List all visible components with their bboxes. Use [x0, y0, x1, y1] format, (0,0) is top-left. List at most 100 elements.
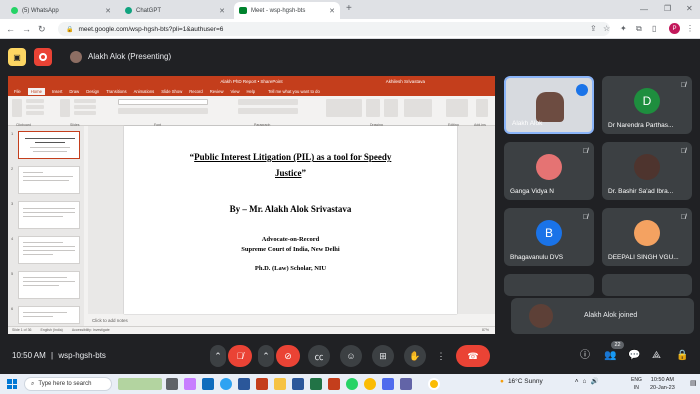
- volume-icon[interactable]: 🔊: [590, 377, 598, 385]
- menu-record[interactable]: Record: [189, 89, 203, 94]
- mic-options-button[interactable]: ⌃: [210, 345, 226, 367]
- layout-button[interactable]: [74, 99, 96, 103]
- paste-button[interactable]: [12, 99, 22, 117]
- app-icon[interactable]: [382, 378, 394, 390]
- task-view-icon[interactable]: [166, 378, 178, 390]
- people-icon[interactable]: 👥: [604, 350, 616, 362]
- notes-pane[interactable]: Click to add notes: [88, 316, 495, 326]
- participant-tile-ganga[interactable]: 🎙̸ Ganga Vidya N: [504, 142, 594, 200]
- menu-review[interactable]: Review: [210, 89, 224, 94]
- tab-chatgpt[interactable]: ChatGPT ✕: [120, 2, 230, 19]
- add-ins-button[interactable]: [476, 99, 488, 117]
- forward-icon[interactable]: →: [22, 24, 31, 34]
- stop-presenting-button[interactable]: [34, 48, 52, 66]
- participant-tile-partial[interactable]: [504, 274, 594, 296]
- word-icon[interactable]: [292, 378, 304, 390]
- weather-text[interactable]: 16°C Sunny: [508, 378, 543, 385]
- back-icon[interactable]: ←: [6, 24, 15, 34]
- menu-transitions[interactable]: Transitions: [106, 89, 126, 94]
- menu-slideshow[interactable]: Slide Show: [161, 89, 182, 94]
- slide-thumb-6[interactable]: [18, 306, 80, 324]
- edge-icon[interactable]: [220, 378, 232, 390]
- news-widget-icon[interactable]: [118, 378, 162, 390]
- section-button[interactable]: [74, 111, 96, 115]
- filezilla-icon[interactable]: [256, 378, 268, 390]
- slide-thumb-2[interactable]: [18, 166, 80, 194]
- new-tab-button[interactable]: +: [346, 4, 352, 14]
- reset-button[interactable]: [74, 105, 96, 109]
- chrome-active-icon[interactable]: [428, 378, 440, 390]
- menu-help[interactable]: Help: [246, 89, 255, 94]
- camera-toggle-button[interactable]: ⊘: [276, 345, 300, 367]
- puzzle-icon[interactable]: ⧉: [636, 24, 642, 34]
- menu-home[interactable]: Home: [27, 88, 45, 95]
- input-language[interactable]: ENG IN: [631, 376, 642, 392]
- notifications-icon[interactable]: ▤: [690, 379, 697, 387]
- menu-view[interactable]: View: [230, 89, 239, 94]
- shape-format-buttons[interactable]: [404, 99, 432, 117]
- camera-options-button[interactable]: ⌃: [258, 345, 274, 367]
- activities-icon[interactable]: ⟁: [652, 350, 661, 362]
- accessibility-status[interactable]: Accessibility: Investigate: [72, 328, 110, 332]
- shapes-gallery[interactable]: [326, 99, 362, 117]
- close-window-icon[interactable]: ✕: [686, 4, 693, 13]
- quick-styles-button[interactable]: [384, 99, 398, 117]
- tab-whatsapp[interactable]: (5) WhatsApp ✕: [6, 2, 116, 19]
- close-tab-icon[interactable]: ✕: [329, 7, 335, 15]
- present-button[interactable]: ⊞: [372, 345, 394, 367]
- menu-animations[interactable]: Animations: [134, 89, 155, 94]
- captions-button[interactable]: ㏄: [308, 345, 330, 367]
- reload-icon[interactable]: ↻: [38, 24, 46, 34]
- slide-thumb-3[interactable]: [18, 201, 80, 229]
- teams-icon[interactable]: [400, 378, 412, 390]
- menu-draw[interactable]: Draw: [69, 89, 79, 94]
- current-slide[interactable]: “Public Interest Litigation (PIL) as a t…: [124, 126, 457, 314]
- powerpoint-icon[interactable]: [328, 378, 340, 390]
- whatsapp-taskbar-icon[interactable]: [346, 378, 358, 390]
- slide-thumb-5[interactable]: [18, 271, 80, 299]
- participant-tile-narendra[interactable]: D 🎙̸ Dr Narendra Parthas...: [602, 76, 692, 134]
- list-buttons[interactable]: [238, 99, 298, 105]
- menu-insert[interactable]: Insert: [52, 89, 62, 94]
- format-painter-button[interactable]: [26, 111, 44, 115]
- raise-hand-button[interactable]: ✋: [404, 345, 426, 367]
- chat-icon[interactable]: 💬: [628, 350, 640, 362]
- close-tab-icon[interactable]: ✕: [219, 7, 225, 15]
- windows-start-icon[interactable]: [7, 379, 17, 389]
- info-icon[interactable]: ⓘ: [580, 350, 590, 362]
- editing-buttons[interactable]: [446, 99, 468, 117]
- font-format-buttons[interactable]: [118, 108, 208, 114]
- tab-meet[interactable]: Meet - wsp-hgsh-bts ✕: [234, 2, 340, 19]
- file-explorer-icon[interactable]: [274, 378, 286, 390]
- align-buttons[interactable]: [238, 108, 298, 114]
- chrome-icon[interactable]: [364, 378, 376, 390]
- new-slide-button[interactable]: [60, 99, 70, 117]
- bookmark-star-icon[interactable]: ☆: [603, 24, 610, 34]
- participant-tile-alakh[interactable]: Alakh Alok: [504, 76, 594, 134]
- slide-thumb-4[interactable]: [18, 236, 80, 264]
- emoji-button[interactable]: ☺: [340, 345, 362, 367]
- url-field[interactable]: 🔒 meet.google.com/wsp-hgsh-bts?pli=1&aut…: [58, 22, 610, 36]
- host-controls-icon[interactable]: 🔒: [676, 350, 688, 362]
- maximize-icon[interactable]: ❐: [664, 4, 671, 13]
- more-options-button[interactable]: ⋮: [434, 345, 448, 367]
- participant-tile-bhagavanulu[interactable]: B 🎙̸ Bhagavanulu DVS: [504, 208, 594, 266]
- minimize-icon[interactable]: —: [640, 5, 648, 14]
- participant-tile-partial[interactable]: [602, 274, 692, 296]
- arrange-button[interactable]: [366, 99, 380, 117]
- outlook-icon[interactable]: [202, 378, 214, 390]
- share-icon[interactable]: ⇪: [590, 24, 597, 34]
- zoom-level[interactable]: 87%: [482, 328, 489, 332]
- excel-icon[interactable]: [310, 378, 322, 390]
- tell-me[interactable]: Tell me what you want to do: [268, 89, 320, 94]
- activities-button[interactable]: ▣: [8, 48, 26, 66]
- mic-toggle-button[interactable]: 🎙̸: [228, 345, 252, 367]
- cut-button[interactable]: [26, 99, 44, 103]
- copy-button[interactable]: [26, 105, 44, 109]
- system-clock[interactable]: 10:50 AM 20-Jan-23: [650, 376, 675, 392]
- sidebar-icon[interactable]: ▯: [652, 24, 656, 34]
- participant-tile-bashir[interactable]: 🎙̸ Dr. Bashir Sa'ad Ibra...: [602, 142, 692, 200]
- more-menu-icon[interactable]: ⋮: [686, 24, 694, 34]
- menu-design[interactable]: Design: [86, 89, 99, 94]
- tray-chevron-icon[interactable]: ˄: [575, 378, 579, 385]
